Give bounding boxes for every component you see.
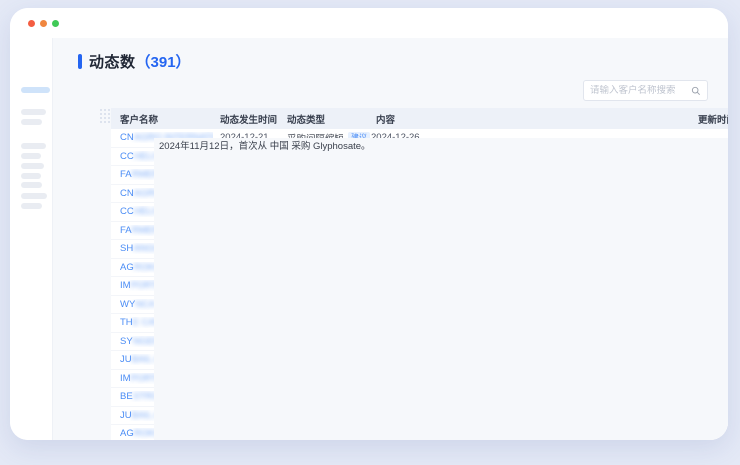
- customer-name-prefix: FA: [120, 225, 132, 236]
- sidebar-item[interactable]: [21, 109, 46, 115]
- sidebar-item[interactable]: [21, 193, 47, 199]
- customer-name-prefix: IM: [120, 373, 131, 384]
- page-title-label: 动态数: [89, 51, 136, 72]
- content-cell: 2024年11月12日，首次从 中国 采购 Glyphosate。: [154, 138, 728, 440]
- window-control-dot[interactable]: [52, 20, 59, 27]
- customer-name-prefix: TH: [120, 317, 133, 328]
- window-control-dot[interactable]: [28, 20, 35, 27]
- customer-name-prefix: BE: [120, 391, 133, 402]
- customer-name-prefix: CN: [120, 132, 134, 143]
- table-body: CNAGRO INTERNATIONAL L... 2024-12-21 采购间…: [111, 129, 728, 440]
- customer-name-prefix: SY: [120, 336, 133, 347]
- customer-name-prefix: JU: [120, 354, 132, 365]
- window-controls: [28, 20, 59, 27]
- window-titlebar: [10, 8, 728, 38]
- col-header-customer: 客户名称: [111, 112, 213, 126]
- sidebar-item[interactable]: [21, 119, 42, 125]
- main-content: 动态数 （391） 客户名称 动态发生时间 动态类型 内容 更新时间 CNAGR…: [53, 38, 728, 440]
- customer-name-prefix: CC: [120, 151, 134, 162]
- sidebar-item[interactable]: [21, 143, 46, 149]
- sidebar-item-active[interactable]: [21, 87, 50, 93]
- dynamics-table: 客户名称 动态发生时间 动态类型 内容 更新时间 CNAGRO INTERNAT…: [111, 108, 728, 440]
- col-header-content: 内容: [371, 112, 698, 126]
- col-header-updated: 更新时间: [698, 112, 728, 126]
- content-text: 2024年11月12日，首次从 中国 采购 Glyphosate。: [159, 141, 371, 152]
- customer-name-prefix: AG: [120, 262, 134, 273]
- customer-name-prefix: SH: [120, 243, 133, 254]
- search-icon[interactable]: [691, 86, 701, 96]
- customer-name-prefix: WY: [120, 299, 135, 310]
- app-window: 动态数 （391） 客户名称 动态发生时间 动态类型 内容 更新时间 CNAGR…: [10, 8, 728, 440]
- search-input[interactable]: [590, 85, 691, 96]
- sidebar-nav: [10, 38, 53, 440]
- customer-name-prefix: FA: [120, 169, 132, 180]
- page-title: 动态数 （391）: [78, 51, 191, 72]
- sidebar-item[interactable]: [21, 173, 41, 179]
- sidebar-item[interactable]: [21, 153, 41, 159]
- sidebar-item[interactable]: [21, 203, 42, 209]
- table-header-row: 客户名称 动态发生时间 动态类型 内容 更新时间: [111, 108, 728, 129]
- customer-name-prefix: JU: [120, 410, 132, 421]
- customer-name-prefix: AG: [120, 428, 134, 439]
- page-title-count: （391）: [136, 51, 191, 72]
- customer-name-prefix: CN: [120, 188, 134, 199]
- window-control-dot[interactable]: [40, 20, 47, 27]
- col-header-event-date: 动态发生时间: [213, 112, 279, 126]
- sidebar-item[interactable]: [21, 182, 42, 188]
- customer-search[interactable]: [583, 80, 708, 101]
- col-header-event-type: 动态类型: [279, 112, 343, 126]
- customer-name-prefix: CC: [120, 206, 134, 217]
- title-accent-bar: [78, 54, 82, 69]
- sidebar-item[interactable]: [21, 163, 44, 169]
- customer-name-prefix: IM: [120, 280, 131, 291]
